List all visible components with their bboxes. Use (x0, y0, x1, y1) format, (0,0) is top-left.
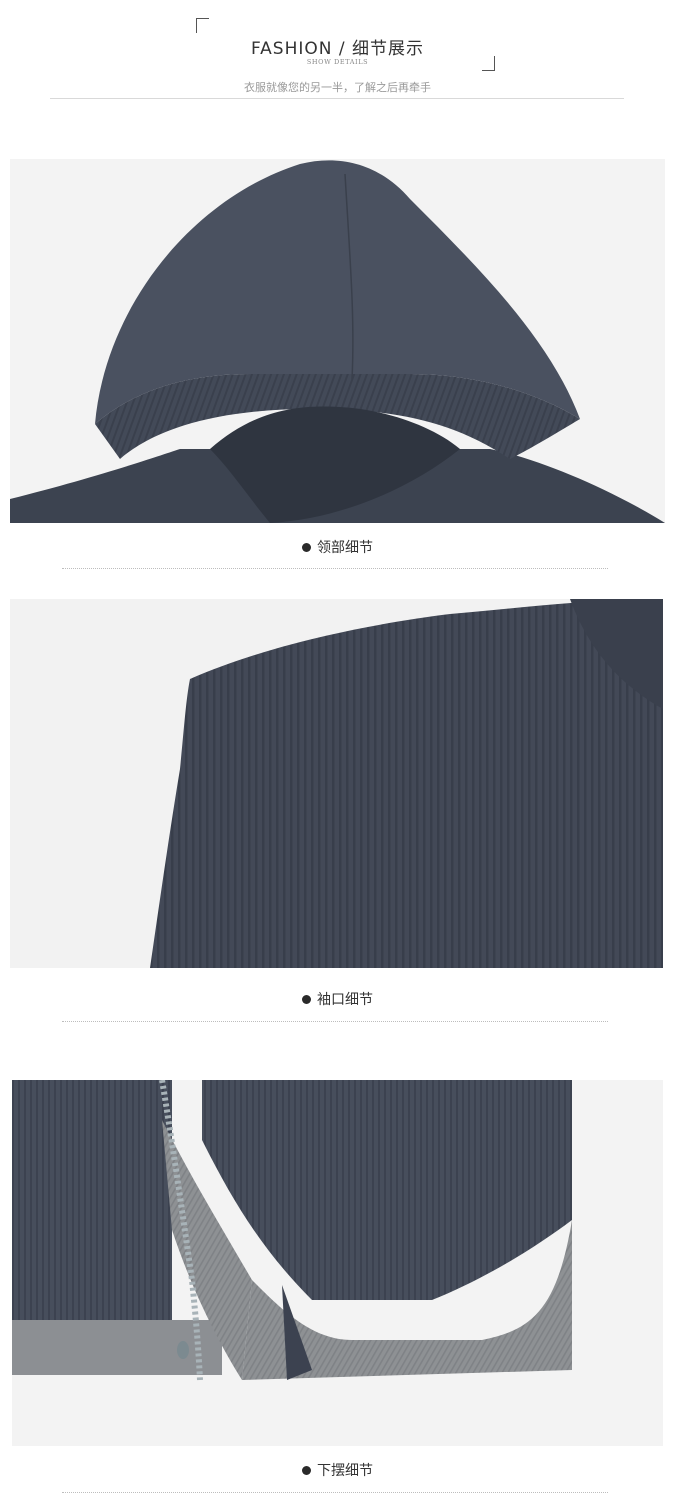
hem-detail-photo (12, 1080, 663, 1446)
page-tagline: 衣服就像您的另一半，了解之后再牵手 (244, 81, 431, 94)
caption-divider (62, 568, 608, 569)
bullet-dot (302, 995, 311, 1004)
caption-collar: 领部细节 (0, 537, 675, 559)
caption-divider (62, 1492, 608, 1493)
corner-bracket-bottom-right (482, 56, 495, 71)
caption-text: 下摆细节 (317, 1463, 373, 1479)
section-header: FASHION / 细节展示 SHOW DETAILS 衣服就像您的另一半，了解… (0, 0, 675, 110)
header-divider (50, 98, 624, 99)
page-title: FASHION / 细节展示 (250, 39, 425, 59)
caption-hem: 下摆细节 (0, 1460, 675, 1482)
hood-detail-photo (10, 159, 665, 523)
caption-text: 袖口细节 (317, 992, 373, 1008)
bullet-dot (302, 543, 311, 552)
bullet-dot (302, 1466, 311, 1475)
page-subtitle: SHOW DETAILS (306, 58, 369, 66)
caption-text: 领部细节 (317, 540, 373, 556)
caption-divider (62, 1021, 608, 1022)
corner-bracket-top-left (196, 18, 209, 33)
caption-cuff: 袖口细节 (0, 989, 675, 1011)
cuff-detail-photo (10, 599, 663, 968)
